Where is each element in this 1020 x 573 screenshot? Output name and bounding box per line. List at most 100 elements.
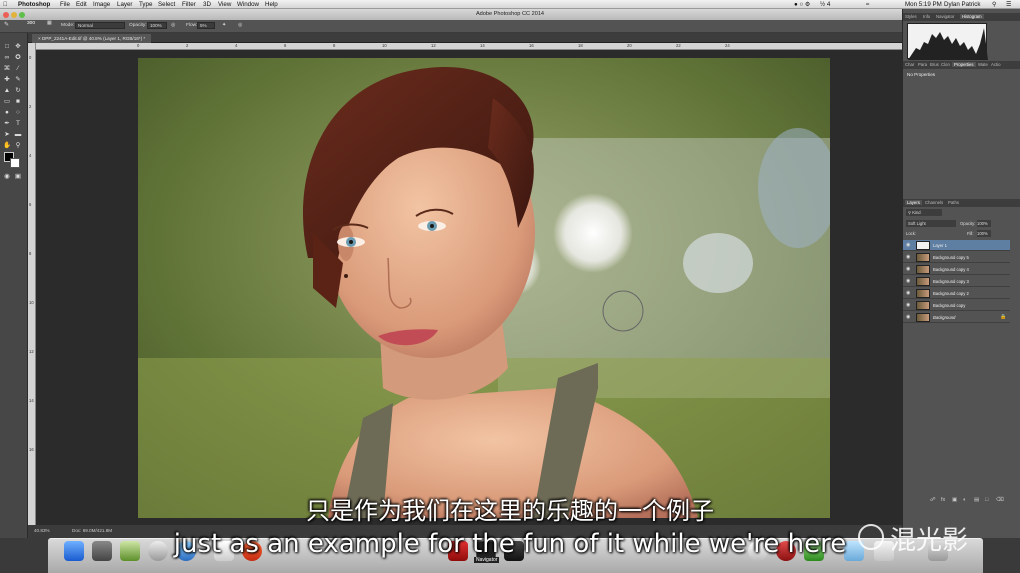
opacity-input[interactable]: 100% (147, 22, 167, 29)
background-color-swatch[interactable] (10, 158, 20, 168)
options-bar: ✎ 300 ▦ Mode: Normal Opacity: 100% ◎ Flo… (0, 20, 902, 32)
quick-select-tool-icon[interactable]: ✪ (14, 54, 22, 62)
layer-row[interactable]: ◉ Layer 1 (903, 240, 1010, 251)
blend-mode-select[interactable]: Soft Light (906, 220, 956, 227)
brush-tool-panel-icon[interactable]: ✎ (14, 76, 22, 84)
visibility-eye-icon[interactable]: ◉ (906, 291, 910, 296)
layer-row[interactable]: ◉ Background copy 3 (903, 276, 1010, 287)
blur-tool-icon[interactable]: ● (3, 109, 11, 117)
menu-view[interactable]: View (218, 1, 231, 8)
pressure-opacity-icon[interactable]: ◎ (171, 23, 175, 28)
visibility-eye-icon[interactable]: ◉ (906, 279, 910, 284)
visibility-eye-icon[interactable]: ◉ (906, 267, 910, 272)
zoom-tool-icon[interactable]: ⚲ (14, 142, 22, 150)
menu-edit[interactable]: Edit (76, 1, 87, 8)
apple-icon[interactable]:  (3, 1, 8, 8)
ruler-top[interactable]: 0 2 4 6 8 10 12 14 16 18 20 22 24 (36, 43, 902, 50)
notification-icon[interactable]: ☰ (1006, 1, 1012, 8)
move-tool-icon[interactable]: ✥ (14, 43, 22, 51)
screen-mode-icon[interactable]: ▣ (14, 173, 22, 181)
layer-thumbnail (916, 301, 930, 310)
menu-help[interactable]: Help (265, 1, 278, 8)
menu-layer[interactable]: Layer (117, 1, 132, 8)
zoom-window-icon[interactable] (19, 12, 25, 18)
menu-window[interactable]: Window (237, 1, 259, 8)
tab-layers[interactable]: Layers (905, 200, 922, 205)
tab-styles[interactable]: Styles (905, 14, 917, 19)
menu-type[interactable]: Type (139, 1, 152, 8)
shape-tool-icon[interactable]: ▬ (14, 131, 22, 139)
brush-panel-icon[interactable]: ▦ (47, 21, 52, 26)
tab-paragraph[interactable]: Para (918, 62, 927, 67)
lasso-tool-icon[interactable]: ∞ (3, 54, 11, 62)
hand-tool-icon[interactable]: ✋ (3, 142, 11, 150)
layer-thumbnail (916, 277, 930, 286)
close-tab-icon[interactable]: × (38, 36, 41, 41)
history-brush-tool-icon[interactable]: ↻ (14, 87, 22, 95)
menu-3d[interactable]: 3D (203, 1, 211, 8)
tab-clone[interactable]: Clon (941, 62, 950, 67)
menu-select[interactable]: Select (158, 1, 175, 8)
lock-label: Lock: (906, 231, 917, 236)
pen-tool-icon[interactable]: ✒ (3, 120, 11, 128)
visibility-eye-icon[interactable]: ◉ (906, 315, 910, 320)
document-tab[interactable]: × DPP_2241A-Edit.tif @ 40.8% (Layer 1, R… (32, 34, 152, 43)
minimize-window-icon[interactable] (11, 12, 17, 18)
crop-tool-icon[interactable]: ⌘ (3, 65, 11, 73)
layer-row[interactable]: ◉ Background copy 2 (903, 288, 1010, 299)
eyedropper-tool-icon[interactable]: ∕ (14, 65, 22, 73)
gradient-tool-icon[interactable]: ■ (14, 98, 22, 106)
marquee-tool-icon[interactable]: □ (3, 43, 11, 51)
tab-histogram[interactable]: Histogram (960, 14, 984, 19)
brush-tool-icon[interactable]: ✎ (4, 21, 9, 28)
layer-row[interactable]: ◉ Background 🔒 (903, 312, 1010, 323)
tab-navigator[interactable]: Navigator (936, 14, 954, 19)
tab-character[interactable]: Char (905, 62, 914, 67)
flow-input[interactable]: 5% (197, 22, 215, 29)
tab-brushes[interactable]: Brus (930, 62, 939, 67)
tab-channels[interactable]: Channels (925, 200, 943, 205)
menu-image[interactable]: Image (93, 1, 110, 8)
menu-filter[interactable]: Filter (182, 1, 196, 8)
layer-row[interactable]: ◉ Background copy 5 (903, 252, 1010, 263)
menu-app-name[interactable]: Photoshop (18, 1, 50, 8)
layer-opacity-input[interactable]: 100% (977, 220, 991, 227)
battery-indicator[interactable]: ½ 4 (820, 1, 830, 8)
close-window-icon[interactable] (3, 12, 9, 18)
layer-kind-filter[interactable]: ⚲ Kind (906, 209, 942, 216)
visibility-eye-icon[interactable]: ◉ (906, 303, 910, 308)
brush-size[interactable]: 300 (27, 21, 35, 26)
tab-properties[interactable]: Properties (952, 62, 976, 67)
quick-mask-icon[interactable]: ◉ (3, 173, 11, 181)
menu-file[interactable]: File (60, 1, 70, 8)
tab-paths[interactable]: Paths (948, 200, 959, 205)
ruler-left[interactable]: 0 2 4 6 8 10 12 14 16 (28, 43, 36, 525)
layer-row[interactable]: ◉ Background copy (903, 300, 1010, 311)
portrait-photo[interactable] (138, 58, 830, 518)
clone-stamp-tool-icon[interactable]: ▲ (3, 87, 11, 95)
fill-input[interactable]: 100% (977, 230, 991, 237)
kind-label: Kind (912, 210, 921, 215)
wifi-icon[interactable]: ≈ (866, 1, 869, 8)
tab-info[interactable]: Info (923, 14, 930, 19)
visibility-eye-icon[interactable]: ◉ (906, 243, 910, 248)
eraser-tool-icon[interactable]: ▭ (3, 98, 11, 106)
mode-select[interactable]: Normal (75, 22, 125, 29)
visibility-eye-icon[interactable]: ◉ (906, 255, 910, 260)
layer-row[interactable]: ◉ Background copy 4 (903, 264, 1010, 275)
menu-clock[interactable]: Mon 5:19 PM (905, 1, 942, 8)
spotlight-icon[interactable]: ⚲ (992, 1, 997, 8)
menu-user[interactable]: Dylan Patrick (944, 1, 980, 8)
airbrush-icon[interactable]: ✦ (222, 23, 226, 28)
path-select-tool-icon[interactable]: ➤ (3, 131, 11, 139)
pressure-size-icon[interactable]: ◎ (238, 23, 242, 28)
ruler-top-tick: 18 (578, 43, 583, 48)
tab-watercolor[interactable]: Wate (978, 62, 988, 67)
ruler-left-tick: 4 (29, 153, 32, 158)
dodge-tool-icon[interactable]: ○ (14, 109, 22, 117)
tab-actions[interactable]: Actio (991, 62, 1001, 67)
healing-tool-icon[interactable]: ✚ (3, 76, 11, 84)
type-tool-icon[interactable]: T (14, 120, 22, 128)
layers-panel-tabs: Layers Channels Paths (903, 199, 1020, 207)
layer-name: Background copy 3 (933, 279, 969, 284)
